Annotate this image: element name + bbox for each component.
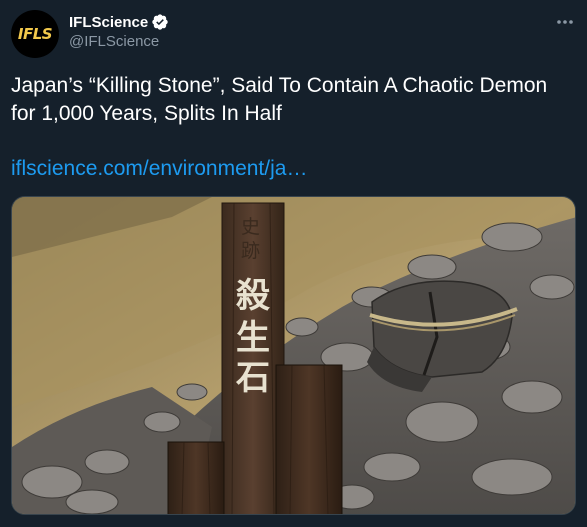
tweet: IFLS IFLScience @IFLScience Japan’s “Kil… bbox=[0, 0, 587, 527]
signpost-char-2: 生 bbox=[236, 318, 270, 358]
verified-badge-icon bbox=[151, 13, 169, 31]
tweet-link[interactable]: iflscience.com/environment/ja… bbox=[11, 155, 307, 183]
handle[interactable]: @IFLScience bbox=[69, 33, 169, 50]
killing-stone-photo: 史 跡 殺 生 石 bbox=[12, 197, 575, 514]
signpost-char-1: 殺 bbox=[236, 276, 270, 316]
tweet-author: IFLScience @IFLScience bbox=[69, 12, 169, 50]
tweet-media-image[interactable]: 史 跡 殺 生 石 bbox=[11, 196, 576, 515]
avatar[interactable]: IFLS bbox=[11, 10, 59, 58]
signpost-top-char-2: 跡 bbox=[241, 240, 260, 262]
name-row: IFLScience bbox=[69, 12, 169, 32]
signpost-top-char-1: 史 bbox=[241, 216, 260, 238]
display-name[interactable]: IFLScience bbox=[69, 14, 148, 31]
tweet-text: Japan’s “Killing Stone”, Said To Contain… bbox=[11, 74, 548, 125]
signpost-char-3: 石 bbox=[235, 358, 270, 398]
avatar-logo: IFLS bbox=[17, 25, 53, 43]
more-options-icon[interactable] bbox=[553, 10, 577, 34]
